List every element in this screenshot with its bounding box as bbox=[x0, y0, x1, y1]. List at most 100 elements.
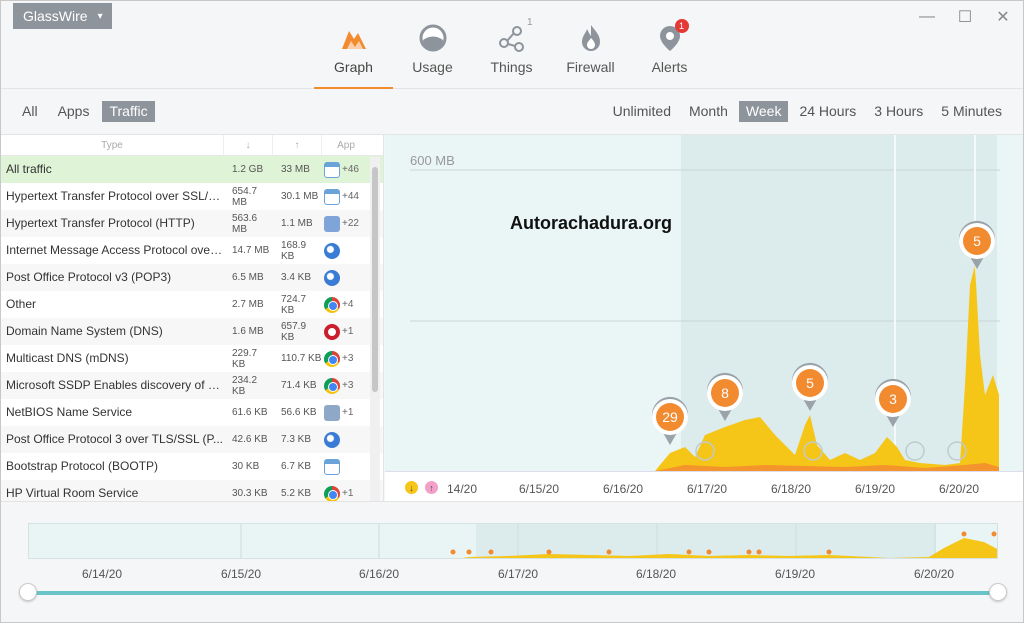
row-type: Post Office Protocol 3 over TLS/SSL (P..… bbox=[6, 432, 223, 446]
scrollbar-thumb[interactable] bbox=[372, 167, 378, 392]
x-label: 6/17/20 bbox=[687, 482, 728, 496]
table-row[interactable]: Domain Name System (DNS) 1.6 MB 657.9 KB +1 bbox=[1, 318, 383, 345]
row-app[interactable]: +44 bbox=[322, 188, 370, 205]
table-row[interactable]: Post Office Protocol v3 (POP3) 6.5 MB 3.4 … bbox=[1, 264, 383, 291]
timeline-label: 6/14/20 bbox=[82, 567, 123, 581]
row-app[interactable]: +3 bbox=[322, 377, 370, 394]
row-download: 6.5 MB bbox=[232, 272, 264, 283]
row-app[interactable]: +1 bbox=[322, 404, 370, 421]
table-row[interactable]: Bootstrap Protocol (BOOTP) 30 KB 6.7 KB bbox=[1, 453, 383, 480]
row-app[interactable]: +46 bbox=[322, 161, 370, 178]
row-app[interactable] bbox=[322, 269, 370, 286]
row-download: 30 KB bbox=[232, 461, 260, 472]
app-menu-button[interactable]: GlassWire ▾ bbox=[13, 3, 112, 29]
col-download-header[interactable]: ↓ bbox=[224, 135, 273, 155]
timeline-marker bbox=[756, 549, 762, 555]
timeline-marker bbox=[826, 549, 832, 555]
timeline-canvas bbox=[240, 524, 997, 558]
timeline-strip[interactable] bbox=[28, 523, 998, 559]
timeline-marker bbox=[746, 549, 752, 555]
nav-firewall[interactable]: Firewall bbox=[551, 1, 630, 89]
row-upload: 724.7 KB bbox=[281, 293, 307, 316]
table-row[interactable]: Other 2.7 MB 724.7 KB +4 bbox=[1, 291, 383, 318]
row-type: NetBIOS Name Service bbox=[6, 405, 133, 419]
col-upload-header[interactable]: ↑ bbox=[273, 135, 322, 155]
upload-legend-icon[interactable]: ↑ bbox=[425, 481, 438, 494]
row-download: 61.6 KB bbox=[232, 407, 268, 418]
table-row[interactable]: All traffic 1.2 GB 33 MB +46 bbox=[1, 156, 383, 183]
table-row[interactable]: HP Virtual Room Service 30.3 KB 5.2 KB +1 bbox=[1, 480, 383, 501]
range-24-hours[interactable]: 24 Hours bbox=[792, 101, 863, 122]
tab-apps[interactable]: Apps bbox=[51, 101, 97, 122]
thunderbird-icon bbox=[324, 242, 340, 259]
x-label: 6/20/20 bbox=[939, 482, 980, 496]
range-unlimited[interactable]: Unlimited bbox=[606, 101, 678, 122]
things-icon: 1 bbox=[497, 17, 533, 53]
range-month[interactable]: Month bbox=[682, 101, 735, 122]
timeline-slider-track[interactable] bbox=[28, 591, 998, 595]
table-row[interactable]: Post Office Protocol 3 over TLS/SSL (P..… bbox=[1, 426, 383, 453]
chevron-down-icon: ▾ bbox=[97, 10, 103, 22]
timeline-marker bbox=[686, 549, 692, 555]
row-type: HP Virtual Room Service bbox=[6, 486, 139, 500]
row-app[interactable]: +22 bbox=[322, 215, 370, 232]
timeline-marker bbox=[466, 549, 472, 555]
nav-alerts[interactable]: 1 Alerts bbox=[630, 1, 709, 89]
row-app-extra: +3 bbox=[342, 380, 354, 391]
nav-usage[interactable]: Usage bbox=[393, 1, 472, 89]
row-upload: 657.9 KB bbox=[281, 320, 307, 343]
row-app[interactable]: +4 bbox=[322, 296, 370, 313]
timeline-marker bbox=[450, 549, 456, 555]
row-app[interactable]: +1 bbox=[322, 323, 370, 340]
window-icon bbox=[324, 458, 340, 475]
timeline-marker bbox=[706, 549, 712, 555]
watermark-text: Autorachadura.org bbox=[510, 213, 673, 233]
row-app[interactable] bbox=[322, 242, 370, 259]
row-app[interactable] bbox=[322, 458, 370, 475]
network-icon bbox=[324, 404, 340, 421]
table-scrollbar[interactable] bbox=[370, 157, 380, 501]
row-app[interactable]: +1 bbox=[322, 485, 370, 501]
table-row[interactable]: Internet Message Access Protocol over ..… bbox=[1, 237, 383, 264]
app-window: GlassWire ▾ Graph Usage 1 Things Firewal… bbox=[0, 0, 1024, 623]
nav-things[interactable]: 1 Things bbox=[472, 1, 551, 89]
window-icon bbox=[324, 188, 340, 205]
nav-graph[interactable]: Graph bbox=[314, 1, 393, 89]
row-upload: 1.1 MB bbox=[281, 218, 313, 229]
row-upload: 33 MB bbox=[281, 164, 310, 175]
timeline-label: 6/20/20 bbox=[914, 567, 955, 581]
row-type: Bootstrap Protocol (BOOTP) bbox=[6, 459, 159, 473]
timeline-end-handle[interactable] bbox=[989, 583, 1007, 601]
col-app-header[interactable]: App bbox=[322, 135, 370, 155]
timeline-marker bbox=[606, 549, 612, 555]
chrome-icon bbox=[324, 296, 340, 313]
row-download: 42.6 KB bbox=[232, 434, 268, 445]
row-app[interactable]: +3 bbox=[322, 350, 370, 367]
timeline-start-handle[interactable] bbox=[19, 583, 37, 601]
range-3-hours[interactable]: 3 Hours bbox=[867, 101, 930, 122]
graph-x-axis: ↓ ↑ 14/20 6/15/20 6/16/20 6/17/20 6/18/2… bbox=[385, 471, 1023, 501]
range-week[interactable]: Week bbox=[738, 101, 789, 122]
table-row[interactable]: Multicast DNS (mDNS) 229.7 KB 110.7 KB +3 bbox=[1, 345, 383, 372]
col-type-header[interactable]: Type bbox=[1, 135, 224, 155]
table-row[interactable]: Microsoft SSDP Enables discovery of U...… bbox=[1, 372, 383, 399]
graph-icon bbox=[339, 23, 369, 53]
table-row[interactable]: Hypertext Transfer Protocol over SSL/T..… bbox=[1, 183, 383, 210]
alerts-badge: 1 bbox=[674, 19, 689, 33]
table-row[interactable]: Hypertext Transfer Protocol (HTTP) 563.6 … bbox=[1, 210, 383, 237]
minimize-icon[interactable]: — bbox=[917, 7, 937, 27]
traffic-graph[interactable]: 29 8 5 3 5 600 MB Autorachadura.org ↓ ↑ 14/2… bbox=[385, 135, 1023, 501]
row-app[interactable] bbox=[322, 431, 370, 448]
tab-traffic[interactable]: Traffic bbox=[102, 101, 155, 122]
tab-all[interactable]: All bbox=[15, 101, 45, 122]
maximize-icon[interactable]: ☐ bbox=[955, 7, 975, 27]
close-icon[interactable]: ✕ bbox=[993, 7, 1013, 27]
time-range-tabs: Unlimited Month Week 24 Hours 3 Hours 5 … bbox=[606, 101, 1009, 122]
download-legend-icon[interactable]: ↓ bbox=[405, 481, 418, 494]
row-upload: 6.7 KB bbox=[281, 461, 312, 472]
table-row[interactable]: NetBIOS Name Service 61.6 KB 56.6 KB +1 bbox=[1, 399, 383, 426]
range-5-minutes[interactable]: 5 Minutes bbox=[934, 101, 1009, 122]
flame-icon bbox=[576, 23, 606, 53]
timeline-label: 6/18/20 bbox=[636, 567, 677, 581]
timeline-marker bbox=[961, 531, 967, 537]
